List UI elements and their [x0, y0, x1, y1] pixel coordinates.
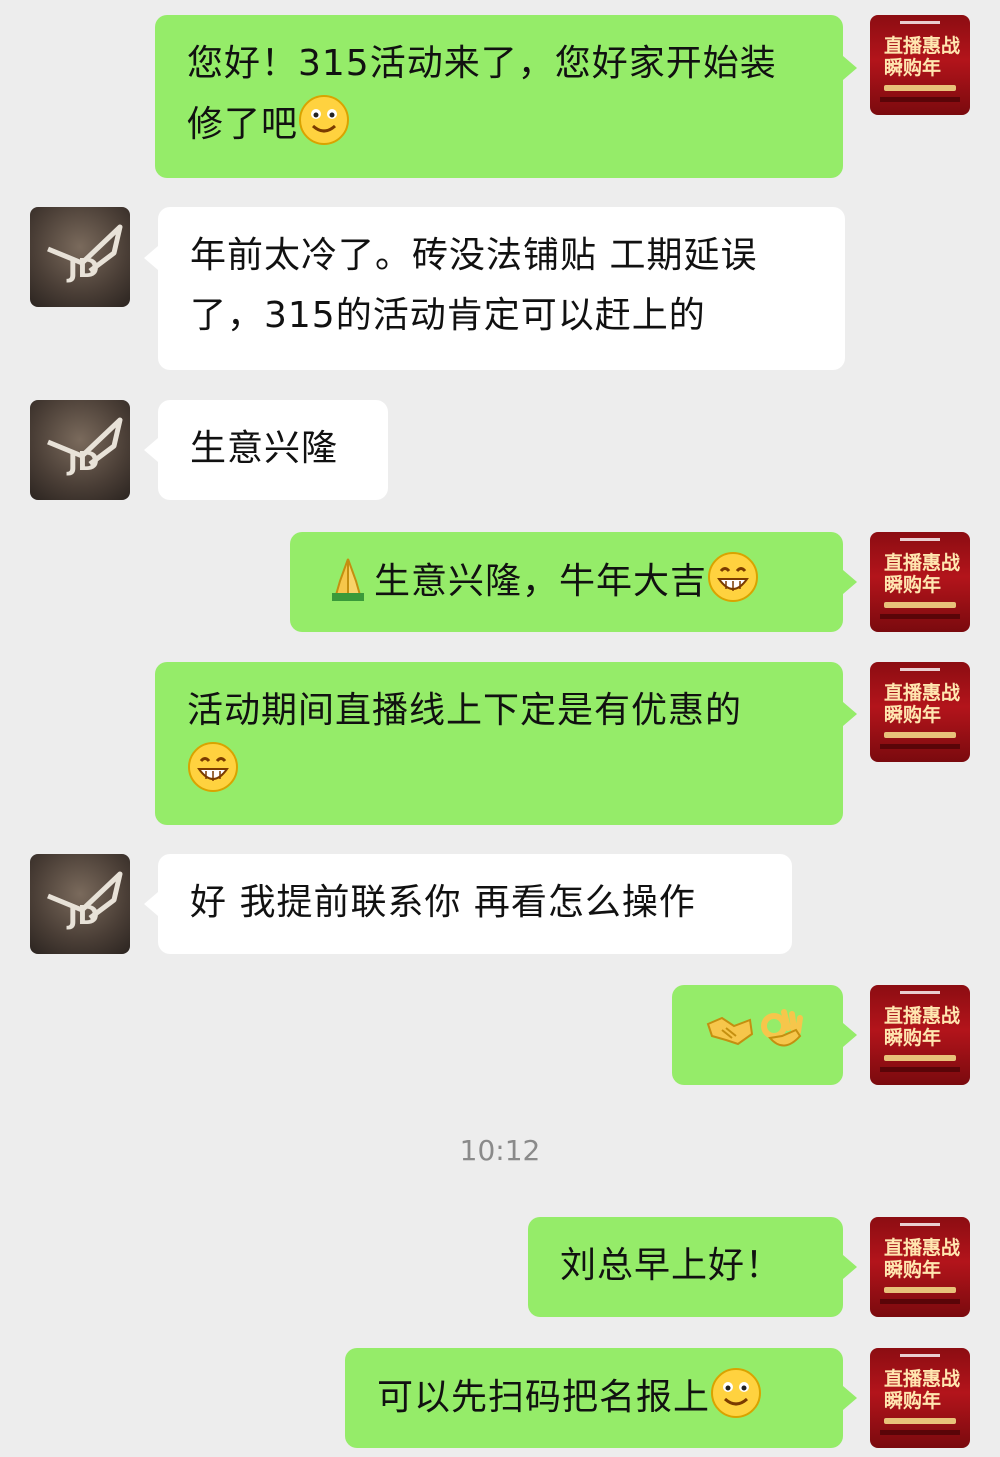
logo-text: JD [66, 447, 99, 477]
avatar-text: 瞬购年 [884, 1259, 942, 1281]
message-text: 生意兴隆，牛年大吉 [374, 561, 708, 602]
avatar-text: 直播惠战 [884, 1237, 961, 1259]
store-avatar[interactable]: 直播惠战 瞬购年 [870, 1348, 970, 1448]
logo-text: JD [66, 254, 99, 284]
bubble-tail [144, 438, 158, 462]
chat-bubble-outgoing[interactable] [672, 985, 843, 1085]
chat-bubble-incoming[interactable]: 好 我提前联系你 再看怎么操作 [158, 854, 792, 954]
logo-text: JD [66, 901, 99, 931]
store-avatar[interactable]: 直播惠战 瞬购年 [870, 532, 970, 632]
avatar-text: 直播惠战 [884, 682, 961, 704]
store-avatar[interactable]: 直播惠战 瞬购年 [870, 662, 970, 762]
store-avatar[interactable]: 直播惠战 瞬购年 [870, 1217, 970, 1317]
chat-timestamp: 10:12 [459, 1134, 541, 1167]
bubble-tail [144, 892, 158, 916]
store-avatar[interactable]: 直播惠战 瞬购年 [870, 985, 970, 1085]
avatar-text: 瞬购年 [884, 57, 942, 79]
bubble-tail [843, 1255, 857, 1279]
jd-logo-icon: JD [47, 417, 123, 477]
message-text: 可以先扫码把名报上 [377, 1377, 711, 1418]
avatar-text: 直播惠战 [884, 1368, 961, 1390]
message-text: 您好！315活动来了，您好家开始装修了吧 [187, 43, 777, 145]
avatar-text: 直播惠战 [884, 35, 961, 57]
chat-bubble-outgoing[interactable]: 刘总早上好！ [528, 1217, 843, 1317]
avatar-text: 直播惠战 [884, 552, 961, 574]
avatar-text: 瞬购年 [884, 574, 942, 596]
chat-bubble-outgoing[interactable]: 您好！315活动来了，您好家开始装修了吧 [155, 15, 843, 178]
grin-emoji-icon [188, 742, 238, 792]
avatar-text: 直播惠战 [884, 1005, 961, 1027]
smile-emoji-icon [711, 1368, 762, 1418]
jd-logo-icon: JD [47, 224, 123, 284]
message-text: 刘总早上好！ [560, 1245, 783, 1286]
avatar-text: 瞬购年 [884, 704, 942, 726]
avatar-text: 瞬购年 [884, 1027, 942, 1049]
message-text: 生意兴隆 [190, 428, 339, 469]
pray-emoji-icon [332, 558, 364, 601]
jd-logo-icon: JD [47, 871, 123, 931]
message-text: 年前太冷了。砖没法铺贴 工期延误了，315的活动肯定可以赶上的 [190, 235, 758, 336]
grin-emoji-icon [708, 552, 759, 602]
bubble-tail [843, 702, 857, 726]
ok-hand-emoji-icon [761, 1009, 803, 1047]
customer-avatar[interactable]: JD [30, 400, 130, 500]
chat-bubble-outgoing[interactable]: 活动期间直播线上下定是有优惠的 [155, 662, 843, 825]
bubble-tail [843, 56, 857, 80]
avatar-text: 瞬购年 [884, 1390, 942, 1412]
chat-bubble-outgoing[interactable]: 生意兴隆，牛年大吉 [290, 532, 843, 632]
store-avatar[interactable]: 直播惠战 瞬购年 [870, 15, 970, 115]
customer-avatar[interactable]: JD [30, 854, 130, 954]
bubble-tail [843, 1023, 857, 1047]
bubble-tail [843, 570, 857, 594]
chat-bubble-outgoing[interactable]: 可以先扫码把名报上 [345, 1348, 843, 1448]
chat-bubble-incoming[interactable]: 生意兴隆 [158, 400, 388, 500]
bubble-tail [843, 1386, 857, 1410]
message-text: 活动期间直播线上下定是有优惠的 [187, 690, 743, 731]
handshake-emoji-icon [706, 1016, 754, 1046]
customer-avatar[interactable]: JD [30, 207, 130, 307]
bubble-tail [144, 246, 158, 270]
smile-emoji-icon [299, 95, 350, 145]
message-text: 好 我提前联系你 再看怎么操作 [190, 882, 696, 923]
chat-bubble-incoming[interactable]: 年前太冷了。砖没法铺贴 工期延误了，315的活动肯定可以赶上的 [158, 207, 845, 370]
